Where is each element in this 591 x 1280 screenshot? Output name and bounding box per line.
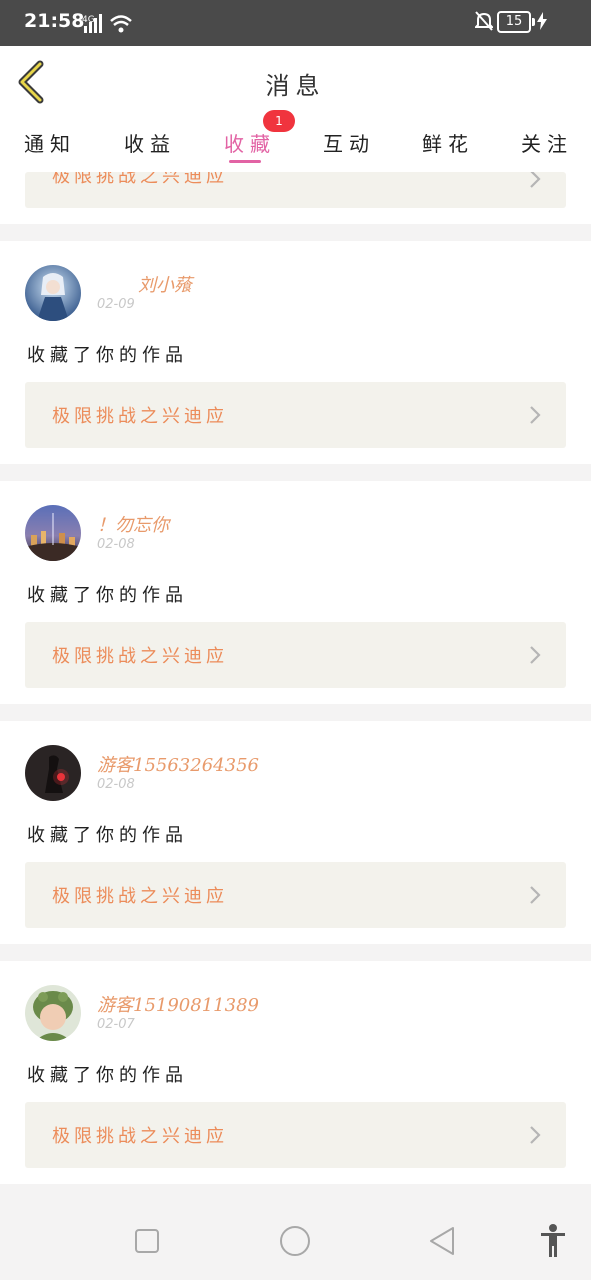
chevron-right-icon [530,886,541,904]
work-link[interactable]: 极限挑战之兴迪应 [25,1102,566,1168]
active-tab-indicator [229,160,261,163]
back-triangle-icon[interactable] [428,1226,456,1256]
avatar[interactable] [25,745,81,801]
signal-wifi-icon: 4G [82,14,132,33]
tab-notice[interactable]: 通知 [24,128,76,157]
tab-bar: 通知 收益 收藏 1 互动 鲜花 关注 [0,110,591,172]
work-title: 极限挑战之兴迪应 [52,1126,228,1147]
chevron-right-icon [530,406,541,424]
chevron-right-icon [530,646,541,664]
battery-icon: 15 [497,11,535,33]
action-text: 收藏了你的作品 [27,1065,188,1086]
username[interactable]: 刘小薞 [138,271,192,297]
recents-square-icon[interactable] [134,1228,160,1254]
work-link[interactable]: 极限挑战之兴迪应 [25,172,566,208]
date: 02-08 [97,537,135,552]
list-item: ！勿忘你 02-08 收藏了你的作品 极限挑战之兴迪应 [0,481,591,704]
chevron-right-icon [530,1126,541,1144]
username[interactable]: ！勿忘你 [97,511,169,537]
status-time: 21:58 [24,10,85,32]
tab-favorites[interactable]: 收藏 [224,128,276,157]
action-text: 收藏了你的作品 [27,585,188,606]
accessibility-icon[interactable] [539,1224,567,1258]
list-item: 刘小薞 02-09 收藏了你的作品 极限挑战之兴迪应 [0,241,591,464]
date: 02-07 [97,1017,135,1032]
username[interactable]: 游客15190811389 [97,991,259,1017]
work-link[interactable]: 极限挑战之兴迪应 [25,382,566,448]
status-bar: 21:58 4G 15 [0,0,591,46]
page-title: 消息 [265,72,326,100]
avatar[interactable] [25,985,81,1041]
avatar[interactable] [25,505,81,561]
work-title: 极限挑战之兴迪应 [52,646,228,667]
work-title: 极限挑战之兴迪应 [52,172,228,187]
username[interactable]: 游客15563264356 [97,751,259,777]
list-item: 游客15190811389 02-07 收藏了你的作品 极限挑战之兴迪应 [0,961,591,1184]
avatar[interactable] [25,265,81,321]
header: 消息 [0,46,591,119]
tab-interaction[interactable]: 互动 [323,128,375,157]
system-nav-bar [0,1198,591,1280]
work-link[interactable]: 极限挑战之兴迪应 [25,862,566,928]
tab-flowers[interactable]: 鲜花 [422,128,474,157]
home-circle-icon[interactable] [279,1225,311,1257]
date: 02-08 [97,777,135,792]
status-right: 15 [475,11,569,35]
list-item-partial: 极限挑战之兴迪应 [0,172,591,224]
charging-icon [537,12,547,30]
favorites-badge: 1 [263,110,295,132]
action-text: 收藏了你的作品 [27,825,188,846]
date: 02-09 [97,297,135,312]
chevron-right-icon [530,172,541,188]
work-link[interactable]: 极限挑战之兴迪应 [25,622,566,688]
tab-earnings[interactable]: 收益 [124,128,176,157]
list-item: 游客15563264356 02-08 收藏了你的作品 极限挑战之兴迪应 [0,721,591,944]
work-title: 极限挑战之兴迪应 [52,406,228,427]
network-type: 4G [82,15,95,25]
mute-icon [475,11,493,31]
action-text: 收藏了你的作品 [27,345,188,366]
work-title: 极限挑战之兴迪应 [52,886,228,907]
tab-follow[interactable]: 关注 [521,128,573,157]
